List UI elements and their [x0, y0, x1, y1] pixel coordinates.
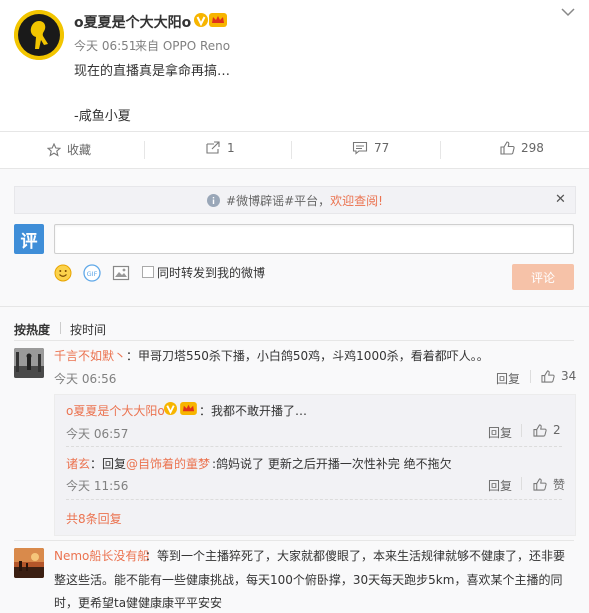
- verified-v-icon: [164, 402, 177, 415]
- comment-text-line1: ：等到一个主播猝死了，大家就都傻眼了，本来生活规律就够不健康了，还非要: [145, 549, 566, 563]
- thumbs-up-icon: [533, 478, 547, 491]
- favorite-button[interactable]: 收藏: [47, 141, 91, 158]
- comment-like-button[interactable]: 34: [541, 369, 576, 383]
- action-divider-1: [144, 141, 145, 159]
- notice-welcome[interactable]: 欢迎查阅!: [330, 192, 383, 209]
- post-text-line1: 现在的直播真是拿命再搞…: [74, 64, 231, 79]
- sort-bottom-divider: [14, 340, 574, 341]
- repost-checkbox-label[interactable]: 同时转发到我的微博: [157, 264, 265, 281]
- comment-avatar[interactable]: [14, 548, 44, 578]
- action-divider-2: [291, 141, 292, 159]
- comment-avatar[interactable]: [14, 348, 44, 378]
- reply-user[interactable]: o夏夏是个大大阳o: [66, 402, 165, 419]
- submit-comment-button[interactable]: 评论: [512, 264, 574, 290]
- comment-text: ：甲哥刀塔550杀下播，小白鸽50鸡，斗鸡1000杀，看着都吓人。。: [126, 349, 489, 363]
- comment-logo-text: 评: [20, 231, 38, 252]
- repost-checkbox[interactable]: [142, 266, 154, 278]
- svg-text:GIF: GIF: [87, 270, 98, 278]
- author-avatar[interactable]: [14, 10, 64, 60]
- tab-separator: [60, 322, 61, 334]
- repost-count: 1: [227, 141, 235, 155]
- post-source: 来自 OPPO Reno: [135, 39, 231, 53]
- member-crown-icon: [180, 402, 197, 415]
- gif-icon[interactable]: GIF: [83, 264, 101, 282]
- post-time[interactable]: 今天 06:51: [74, 37, 136, 54]
- comment-user[interactable]: Nemo船长没有船: [54, 547, 149, 564]
- author-name[interactable]: o夏夏是个大大阳o: [74, 12, 191, 32]
- reply-time: 今天 06:57: [66, 427, 129, 441]
- thumbs-up-icon: [541, 369, 555, 383]
- action-bar-top-divider: [0, 131, 589, 132]
- comment-icon: [352, 141, 368, 155]
- reply-like-button[interactable]: 2: [533, 423, 561, 437]
- reply-reply-button[interactable]: 回复: [488, 477, 512, 494]
- repost-icon: [205, 141, 221, 155]
- comment-count: 77: [374, 141, 390, 155]
- submit-label: 评论: [530, 270, 555, 285]
- comment-like-count: 34: [561, 369, 577, 383]
- close-icon[interactable]: ✕: [555, 192, 566, 207]
- reply-divider: [66, 446, 562, 448]
- comment-action-separator: [530, 370, 531, 383]
- like-button[interactable]: 298: [500, 141, 544, 155]
- reply-action-separator: [521, 477, 522, 490]
- more-replies-link[interactable]: 共8条回复: [66, 510, 122, 527]
- thumbs-up-icon: [500, 141, 515, 155]
- reply-like-count: 2: [553, 423, 561, 437]
- reply-text: :鸽妈说了 更新之后开播一次性补完 绝不拖欠: [212, 457, 452, 471]
- comment-text-line3: 时，更希望ta健健康康平平安安: [54, 596, 223, 610]
- post-text-line2: -咸鱼小夏: [74, 109, 131, 124]
- verified-v-icon: [194, 13, 208, 27]
- thumbs-up-icon: [533, 423, 547, 437]
- reply-mention[interactable]: @自饰着的童梦: [126, 455, 210, 472]
- notice-banner: #微博辟谣#平台， 欢迎查阅!: [14, 186, 576, 214]
- reply-text: ：我都不敢开播了…: [199, 404, 308, 418]
- comment-user[interactable]: 千言不如默丶: [54, 347, 126, 364]
- reply-prefix: ：回复: [90, 457, 127, 471]
- reply-reply-button[interactable]: 回复: [488, 424, 512, 441]
- comment-text-line2: 整这些活。能不能有一些健康挑战，每天100个俯卧撑，30天每天跑步5km，喜欢某…: [54, 573, 563, 587]
- reply-like-label: 赞: [553, 478, 566, 492]
- comment-divider: [14, 540, 574, 541]
- comment-input[interactable]: [54, 224, 574, 254]
- action-bar-bottom-divider: [0, 168, 589, 169]
- like-count: 298: [521, 141, 544, 155]
- comment-reply-button[interactable]: 回复: [496, 370, 520, 387]
- image-icon[interactable]: [112, 264, 130, 282]
- member-crown-icon: [209, 13, 227, 27]
- star-icon: [47, 142, 61, 157]
- comment-time: 今天 06:56: [54, 372, 117, 386]
- reply-like-button[interactable]: 赞: [533, 476, 565, 493]
- favorite-label: 收藏: [67, 143, 92, 157]
- emoji-icon[interactable]: [54, 264, 72, 282]
- notice-tags[interactable]: #微博辟谣#平台，: [226, 192, 330, 209]
- repost-button[interactable]: 1: [205, 141, 235, 155]
- tab-sort-hot[interactable]: 按热度: [14, 321, 50, 338]
- chevron-down-icon[interactable]: [561, 8, 575, 17]
- tab-sort-time[interactable]: 按时间: [70, 321, 106, 338]
- reply-time: 今天 11:56: [66, 479, 129, 493]
- info-icon: [207, 193, 221, 207]
- action-divider-3: [440, 141, 441, 159]
- sort-top-divider: [0, 306, 589, 307]
- reply-user[interactable]: 诸玄: [66, 455, 90, 472]
- reply-divider: [66, 499, 562, 501]
- comment-button[interactable]: 77: [352, 141, 389, 155]
- comment-logo: 评: [14, 224, 44, 254]
- reply-action-separator: [521, 424, 522, 437]
